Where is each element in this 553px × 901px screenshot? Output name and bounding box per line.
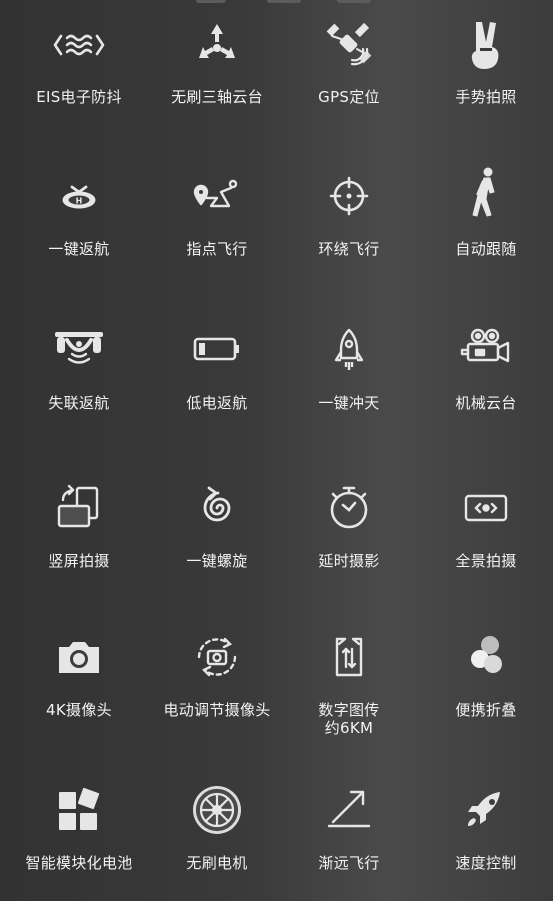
feature-recede-flight: 渐远飞行 bbox=[280, 780, 418, 872]
feature-label: 无刷电机 bbox=[186, 854, 248, 872]
camera-rotate-icon bbox=[187, 627, 247, 687]
crosshair-icon bbox=[319, 166, 379, 226]
feature-label: 指点飞行 bbox=[186, 240, 248, 258]
feature-label: 全景拍摄 bbox=[455, 552, 517, 570]
feature-gps: GPS定位 bbox=[280, 14, 418, 106]
camera-icon bbox=[49, 627, 109, 687]
feature-speed-control: 速度控制 bbox=[417, 780, 553, 872]
feature-label: 一键螺旋 bbox=[186, 552, 248, 570]
feature-label: 一键冲天 bbox=[318, 394, 380, 412]
feature-follow: 自动跟随 bbox=[417, 166, 553, 258]
feature-label: 失联返航 bbox=[48, 394, 110, 412]
feature-brushless-motor: 无刷电机 bbox=[148, 780, 286, 872]
feature-label: 电动调节摄像头 bbox=[163, 701, 271, 719]
feature-label: 竖屏拍摄 bbox=[48, 552, 110, 570]
feature-low-battery: 低电返航 bbox=[148, 320, 286, 412]
low-battery-icon bbox=[187, 320, 247, 380]
feature-label: GPS定位 bbox=[318, 88, 380, 106]
feature-mech-gimbal: 机械云台 bbox=[417, 320, 553, 412]
feature-label: 机械云台 bbox=[455, 394, 517, 412]
feature-label: 渐远飞行 bbox=[318, 854, 380, 872]
feature-label: 智能模块化电池 bbox=[25, 854, 133, 872]
angle-arrow-icon bbox=[319, 780, 379, 840]
drone-signal-icon bbox=[49, 320, 109, 380]
triad-gimbal-icon bbox=[187, 14, 247, 74]
feature-portrait: 竖屏拍摄 bbox=[10, 478, 148, 570]
feature-battery-module: 智能模块化电池 bbox=[10, 780, 148, 872]
feature-orbit: 环绕飞行 bbox=[280, 166, 418, 258]
feature-label: 无刷三轴云台 bbox=[171, 88, 263, 106]
feature-label: EIS电子防抖 bbox=[36, 88, 122, 106]
feature-label: 自动跟随 bbox=[455, 240, 517, 258]
movie-camera-icon bbox=[456, 320, 516, 380]
feature-label: 环绕飞行 bbox=[318, 240, 380, 258]
walking-person-icon bbox=[456, 166, 516, 226]
peace-hand-icon bbox=[456, 14, 516, 74]
feature-lost-return: 失联返航 bbox=[10, 320, 148, 412]
feature-label: 一键返航 bbox=[48, 240, 110, 258]
panorama-icon bbox=[456, 478, 516, 538]
feature-panorama: 全景拍摄 bbox=[417, 478, 553, 570]
signal-transfer-icon bbox=[319, 627, 379, 687]
feature-label: 4K摄像头 bbox=[46, 701, 112, 719]
fold-circles-icon bbox=[456, 627, 516, 687]
waypoint-icon bbox=[187, 166, 247, 226]
module-blocks-icon bbox=[49, 780, 109, 840]
feature-gimbal: 无刷三轴云台 bbox=[148, 14, 286, 106]
feature-4k-camera: 4K摄像头 bbox=[10, 627, 148, 719]
speed-rocket-icon bbox=[456, 780, 516, 840]
motor-wheel-icon bbox=[187, 780, 247, 840]
feature-gesture: 手势拍照 bbox=[417, 14, 553, 106]
feature-label: 便携折叠 bbox=[455, 701, 517, 719]
feature-label: 低电返航 bbox=[186, 394, 248, 412]
feature-return-home: H 一键返航 bbox=[10, 166, 148, 258]
feature-label: 速度控制 bbox=[455, 854, 517, 872]
feature-transmission: 数字图传 约6KM bbox=[280, 627, 418, 737]
feature-waypoint: 指点飞行 bbox=[148, 166, 286, 258]
helipad-icon: H bbox=[49, 166, 109, 226]
rocket-icon bbox=[319, 320, 379, 380]
feature-foldable: 便携折叠 bbox=[417, 627, 553, 719]
svg-text:H: H bbox=[76, 197, 83, 206]
feature-label: 手势拍照 bbox=[455, 88, 517, 106]
feature-grid: EIS电子防抖 无刷三轴云台 GPS定位 手势拍照 H 一键返航 指点飞行 环绕… bbox=[0, 0, 553, 901]
feature-label: 延时摄影 bbox=[318, 552, 380, 570]
satellite-icon bbox=[319, 14, 379, 74]
feature-rocket-up: 一键冲天 bbox=[280, 320, 418, 412]
stopwatch-icon bbox=[319, 478, 379, 538]
feature-label: 数字图传 约6KM bbox=[318, 701, 380, 737]
wave-stabilizer-icon bbox=[49, 14, 109, 74]
feature-eis: EIS电子防抖 bbox=[10, 14, 148, 106]
feature-spiral: 一键螺旋 bbox=[148, 478, 286, 570]
spiral-icon bbox=[187, 478, 247, 538]
rotate-screen-icon bbox=[49, 478, 109, 538]
feature-adjustable-camera: 电动调节摄像头 bbox=[148, 627, 286, 719]
feature-timelapse: 延时摄影 bbox=[280, 478, 418, 570]
